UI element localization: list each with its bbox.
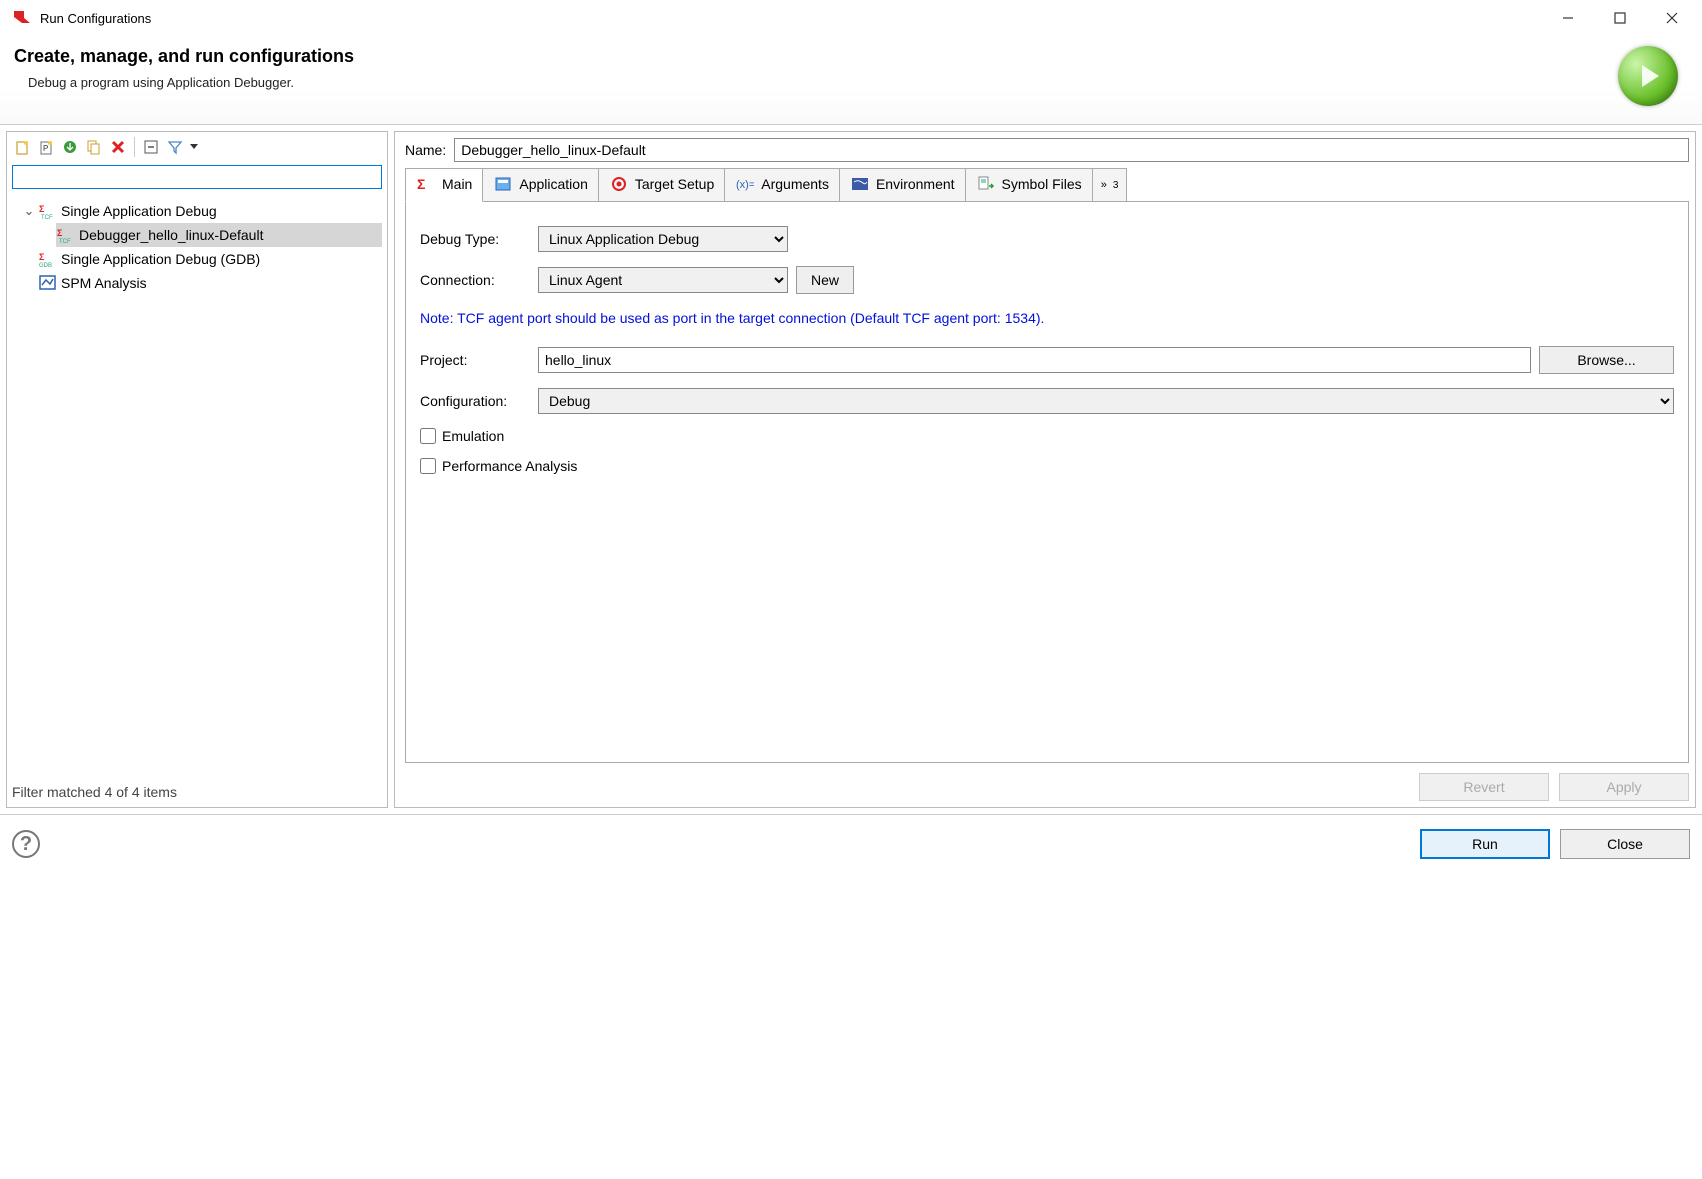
filter-status: Filter matched 4 of 4 items [8,778,386,806]
tab-main[interactable]: Σ Main [405,168,483,202]
tab-symbol-files[interactable]: Symbol Files [965,168,1093,201]
project-input[interactable] [538,347,1531,373]
tab-arguments[interactable]: (x)= Arguments [724,168,840,201]
name-label: Name: [405,142,446,158]
symbol-files-tab-icon [976,175,996,193]
connection-select[interactable]: Linux Agent [538,267,788,293]
apply-button[interactable]: Apply [1559,773,1689,801]
duplicate-button[interactable] [82,135,106,159]
run-button[interactable]: Run [1420,829,1550,859]
svg-text:TCF: TCF [41,215,53,219]
tab-main-body: Debug Type: Linux Application Debug Conn… [405,202,1689,763]
tab-environment[interactable]: Environment [839,168,966,201]
new-configuration-button[interactable] [10,135,34,159]
name-input[interactable] [454,138,1689,162]
emulation-label: Emulation [442,428,504,444]
tree-item-label: Single Application Debug [61,203,217,219]
new-connection-button[interactable]: New [796,266,854,294]
new-prototype-button[interactable]: P [34,135,58,159]
svg-text:Σ: Σ [39,252,45,262]
debug-type-label: Debug Type: [420,231,530,247]
configuration-label: Configuration: [420,393,530,409]
header-title: Create, manage, and run configurations [14,46,1618,67]
maximize-button[interactable] [1594,0,1646,36]
titlebar: Run Configurations [0,0,1702,36]
connection-note: Note: TCF agent port should be used as p… [420,308,1674,332]
environment-tab-icon [850,175,870,193]
tab-label: Symbol Files [1002,176,1082,192]
emulation-checkbox[interactable] [420,428,436,444]
tabs: Σ Main Application Target Setup (x)= Arg… [405,168,1689,202]
debug-type-select[interactable]: Linux Application Debug [538,226,788,252]
tab-target-setup[interactable]: Target Setup [598,168,725,201]
tab-label: Target Setup [635,176,714,192]
expand-toggle-icon[interactable]: ⌄ [20,203,38,219]
tab-label: Environment [876,176,955,192]
tcf-debug-icon: ΣTCF [38,202,58,220]
main-tab-icon: Σ [416,175,436,193]
browse-project-button[interactable]: Browse... [1539,346,1674,374]
svg-text:P: P [43,144,48,153]
tree-item-single-app-debug[interactable]: ⌄ ΣTCF Single Application Debug [20,199,382,223]
tree-item-label: SPM Analysis [61,275,147,291]
tree-item-label: Single Application Debug (GDB) [61,251,260,267]
collapse-all-button[interactable] [139,135,163,159]
svg-text:GDB: GDB [39,263,52,267]
window-title: Run Configurations [40,11,1542,26]
chart-icon [38,274,58,292]
filter-button[interactable] [163,135,187,159]
tree-item-spm-analysis[interactable]: SPM Analysis [38,271,382,295]
close-dialog-button[interactable]: Close [1560,829,1690,859]
header-subtitle: Debug a program using Application Debugg… [28,75,1618,90]
svg-text:TCF: TCF [59,239,71,243]
export-button[interactable] [58,135,82,159]
filter-dropdown-button[interactable] [187,135,201,159]
filter-input[interactable] [12,165,382,189]
svg-text:Σ: Σ [417,176,425,192]
svg-text:Σ: Σ [39,204,45,214]
tab-application[interactable]: Application [482,168,599,201]
arguments-tab-icon: (x)= [735,175,755,193]
tab-label: Arguments [761,176,829,192]
tab-label: Main [442,176,472,192]
configuration-select[interactable]: Debug [538,388,1674,414]
minimize-button[interactable] [1542,0,1594,36]
header: Create, manage, and run configurations D… [0,36,1702,125]
application-tab-icon [493,175,513,193]
project-label: Project: [420,352,530,368]
configurations-tree[interactable]: ⌄ ΣTCF Single Application Debug ΣTCF Deb… [8,193,386,778]
app-icon [12,8,32,28]
svg-text:Σ: Σ [57,228,63,238]
tcf-debug-icon: ΣTCF [56,226,76,244]
revert-button[interactable]: Revert [1419,773,1549,801]
left-toolbar: P [8,133,386,161]
configuration-editor: Name: Σ Main Application Target Setup (x… [394,131,1696,808]
connection-label: Connection: [420,272,530,288]
tree-item-debugger-hello-linux[interactable]: ΣTCF Debugger_hello_linux-Default [56,223,382,247]
toolbar-separator [134,137,135,157]
tree-item-single-app-debug-gdb[interactable]: ΣGDB Single Application Debug (GDB) [38,247,382,271]
chevron-right-icon: » [1101,179,1107,191]
help-button[interactable]: ? [12,830,40,858]
overflow-count: 3 [1113,180,1119,191]
footer: ? Run Close [0,815,1702,873]
performance-analysis-label: Performance Analysis [442,458,577,474]
tab-overflow[interactable]: »3 [1092,168,1128,201]
delete-button[interactable] [106,135,130,159]
svg-text:(x)=: (x)= [736,179,754,191]
close-button[interactable] [1646,0,1698,36]
gdb-debug-icon: ΣGDB [38,250,58,268]
tree-item-label: Debugger_hello_linux-Default [79,227,263,243]
tab-label: Application [519,176,588,192]
target-tab-icon [609,175,629,193]
configurations-panel: P ⌄ ΣTCF Single Application Debug ΣTCF D… [6,131,388,808]
run-hero-icon [1618,46,1678,106]
performance-analysis-checkbox[interactable] [420,458,436,474]
